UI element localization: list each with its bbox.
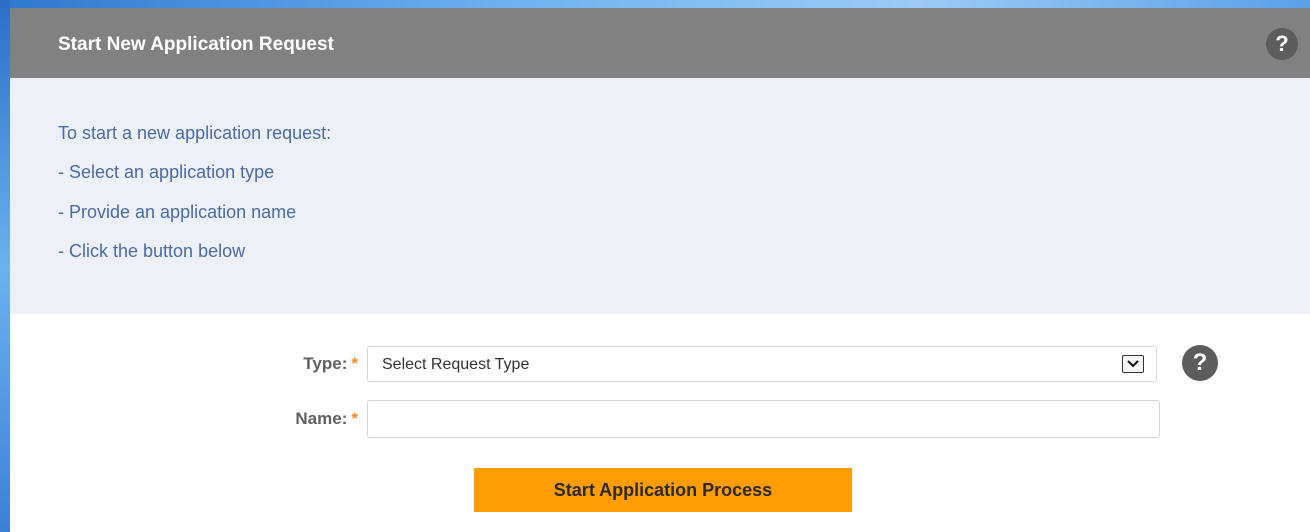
instructions-step: - Provide an application name [58,202,297,222]
type-label: Type: * [258,354,358,374]
instructions-step: - Select an application type [58,162,275,182]
request-type-select[interactable]: Select Request Type [367,346,1157,382]
required-marker: * [351,354,358,373]
instructions-box: To start a new application request: - Se… [10,78,1310,314]
name-label: Name: * [258,409,358,429]
name-label-text: Name: [295,409,348,428]
required-marker: * [351,409,358,428]
instructions-step: - Click the button below [58,241,246,261]
window-backdrop-top [0,0,1310,8]
window-backdrop-left [0,0,10,532]
type-help-icon[interactable]: ? [1182,345,1218,381]
panel-title: Start New Application Request [58,34,334,55]
header-help-icon[interactable]: ? [1266,28,1298,60]
type-label-text: Type: [303,354,348,373]
instructions-intro: To start a new application request: [58,123,332,143]
request-type-selected-value: Select Request Type [382,356,530,373]
start-application-button[interactable]: Start Application Process [474,468,852,512]
request-form: Type: * Select Request Type ? Name: * Star… [10,314,1310,532]
application-name-input[interactable] [367,400,1160,438]
chevron-down-icon[interactable] [1122,355,1144,373]
panel-header: Start New Application Request ? [10,8,1310,78]
start-application-panel: Start New Application Request ? To start… [10,8,1310,532]
